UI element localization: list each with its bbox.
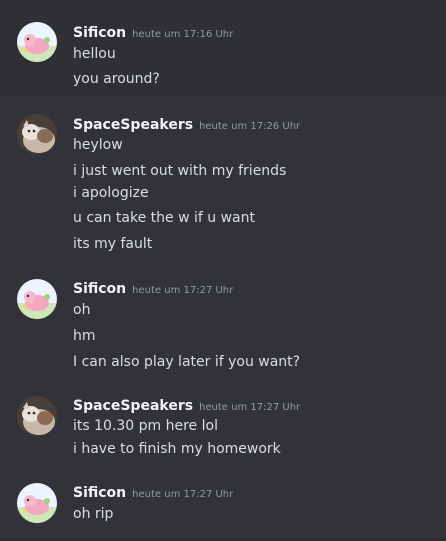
message-text: oh rip	[73, 506, 114, 522]
message-text: u can take the w if u want	[73, 210, 255, 226]
author-line: Sificon heute um 17:27 Uhr	[73, 483, 233, 501]
username[interactable]: SpaceSpeakers	[73, 398, 193, 414]
message-text: you around?	[73, 71, 160, 87]
cat-photo-avatar-icon[interactable]	[17, 114, 57, 154]
author-line: SpaceSpeakers heute um 17:27 Uhr	[73, 396, 300, 414]
cat-photo-avatar-icon[interactable]	[17, 396, 57, 436]
username[interactable]: Sificon	[73, 25, 126, 41]
message-text: i apologize	[73, 185, 149, 201]
message-text: i just went out with my friends	[73, 163, 287, 179]
message-group: SpaceSpeakers heute um 17:27 Uhr its 10.3…	[0, 384, 446, 466]
pink-animal-avatar-icon[interactable]	[17, 279, 57, 319]
message-group: Sificon heute um 17:16 Uhr hellou you aro…	[0, 0, 446, 96]
author-line: SpaceSpeakers heute um 17:26 Uhr	[73, 115, 300, 133]
message-text: I can also play later if you want?	[73, 354, 301, 370]
username[interactable]: Sificon	[73, 485, 126, 501]
username[interactable]: Sificon	[73, 281, 126, 297]
message-text: hm	[73, 328, 96, 344]
message-text: heylow	[73, 137, 123, 153]
message-group: Sificon heute um 17:27 Uhr oh rip	[0, 466, 446, 541]
timestamp[interactable]: heute um 17:27 Uhr	[132, 489, 233, 500]
message-group: SpaceSpeakers heute um 17:26 Uhr heylow i…	[0, 96, 446, 266]
message-group: Sificon heute um 17:27 Uhr oh hm I can al…	[0, 266, 446, 384]
timestamp[interactable]: heute um 17:27 Uhr	[199, 402, 300, 413]
username[interactable]: SpaceSpeakers	[73, 117, 193, 133]
message-text: its 10.30 pm here lol	[73, 418, 218, 434]
message-text: hellou	[73, 46, 116, 62]
timestamp[interactable]: heute um 17:26 Uhr	[199, 121, 300, 132]
timestamp[interactable]: heute um 17:27 Uhr	[132, 285, 233, 296]
message-text: oh	[73, 302, 91, 318]
timestamp[interactable]: heute um 17:16 Uhr	[132, 29, 233, 40]
pink-animal-avatar-icon[interactable]	[17, 22, 57, 62]
author-line: Sificon heute um 17:27 Uhr	[73, 279, 233, 297]
message-text: its my fault	[73, 236, 153, 252]
pink-animal-avatar-icon[interactable]	[17, 483, 57, 523]
chat-message-list: Sificon heute um 17:16 Uhr hellou you aro…	[0, 0, 446, 541]
message-text: i have to finish my homework	[73, 441, 281, 457]
author-line: Sificon heute um 17:16 Uhr	[73, 23, 233, 41]
